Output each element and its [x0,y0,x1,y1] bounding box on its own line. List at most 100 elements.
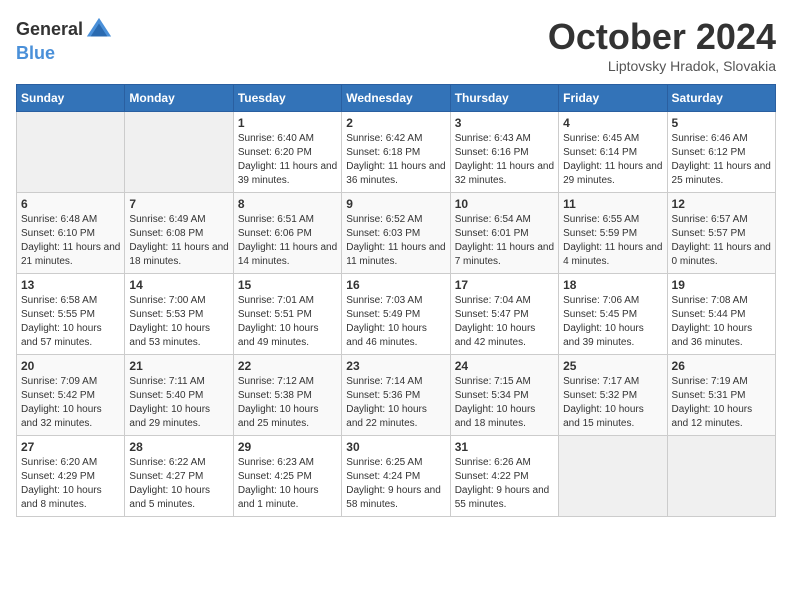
day-number: 22 [238,359,337,373]
calendar-cell: 6 Sunrise: 6:48 AMSunset: 6:10 PMDayligh… [17,193,125,274]
day-info: Sunrise: 6:40 AMSunset: 6:20 PMDaylight:… [238,132,337,188]
day-info: Sunrise: 6:25 AMSunset: 4:24 PMDaylight:… [346,456,445,512]
logo-blue-text: Blue [16,43,55,63]
calendar-cell: 30 Sunrise: 6:25 AMSunset: 4:24 PMDaylig… [342,436,450,517]
day-info: Sunrise: 7:17 AMSunset: 5:32 PMDaylight:… [563,375,662,431]
calendar-cell: 3 Sunrise: 6:43 AMSunset: 6:16 PMDayligh… [450,112,558,193]
calendar-cell: 20 Sunrise: 7:09 AMSunset: 5:42 PMDaylig… [17,355,125,436]
calendar-cell: 15 Sunrise: 7:01 AMSunset: 5:51 PMDaylig… [233,274,341,355]
calendar-cell: 25 Sunrise: 7:17 AMSunset: 5:32 PMDaylig… [559,355,667,436]
weekday-header: Sunday [17,85,125,112]
day-number: 12 [672,197,771,211]
calendar-cell: 11 Sunrise: 6:55 AMSunset: 5:59 PMDaylig… [559,193,667,274]
day-info: Sunrise: 6:57 AMSunset: 5:57 PMDaylight:… [672,213,771,269]
day-info: Sunrise: 7:04 AMSunset: 5:47 PMDaylight:… [455,294,554,350]
day-info: Sunrise: 6:51 AMSunset: 6:06 PMDaylight:… [238,213,337,269]
weekday-header: Tuesday [233,85,341,112]
day-info: Sunrise: 6:46 AMSunset: 6:12 PMDaylight:… [672,132,771,188]
calendar-cell: 9 Sunrise: 6:52 AMSunset: 6:03 PMDayligh… [342,193,450,274]
calendar-cell: 14 Sunrise: 7:00 AMSunset: 5:53 PMDaylig… [125,274,233,355]
calendar-cell [559,436,667,517]
day-number: 1 [238,116,337,130]
day-info: Sunrise: 6:26 AMSunset: 4:22 PMDaylight:… [455,456,554,512]
day-number: 11 [563,197,662,211]
day-number: 2 [346,116,445,130]
day-info: Sunrise: 7:03 AMSunset: 5:49 PMDaylight:… [346,294,445,350]
day-number: 4 [563,116,662,130]
day-number: 26 [672,359,771,373]
day-number: 23 [346,359,445,373]
day-number: 21 [129,359,228,373]
day-number: 20 [21,359,120,373]
calendar-cell: 22 Sunrise: 7:12 AMSunset: 5:38 PMDaylig… [233,355,341,436]
day-number: 10 [455,197,554,211]
day-number: 31 [455,440,554,454]
day-info: Sunrise: 7:12 AMSunset: 5:38 PMDaylight:… [238,375,337,431]
calendar-table: SundayMondayTuesdayWednesdayThursdayFrid… [16,84,776,517]
calendar-week-row: 6 Sunrise: 6:48 AMSunset: 6:10 PMDayligh… [17,193,776,274]
day-info: Sunrise: 7:11 AMSunset: 5:40 PMDaylight:… [129,375,228,431]
weekday-header: Monday [125,85,233,112]
day-info: Sunrise: 7:19 AMSunset: 5:31 PMDaylight:… [672,375,771,431]
calendar-cell: 27 Sunrise: 6:20 AMSunset: 4:29 PMDaylig… [17,436,125,517]
day-number: 5 [672,116,771,130]
day-number: 15 [238,278,337,292]
calendar-cell: 1 Sunrise: 6:40 AMSunset: 6:20 PMDayligh… [233,112,341,193]
logo: General Blue [16,16,113,64]
day-info: Sunrise: 7:15 AMSunset: 5:34 PMDaylight:… [455,375,554,431]
calendar-cell [17,112,125,193]
day-info: Sunrise: 6:48 AMSunset: 6:10 PMDaylight:… [21,213,120,269]
day-info: Sunrise: 7:09 AMSunset: 5:42 PMDaylight:… [21,375,120,431]
day-number: 17 [455,278,554,292]
day-number: 16 [346,278,445,292]
day-info: Sunrise: 7:08 AMSunset: 5:44 PMDaylight:… [672,294,771,350]
calendar-cell: 16 Sunrise: 7:03 AMSunset: 5:49 PMDaylig… [342,274,450,355]
day-number: 27 [21,440,120,454]
day-number: 28 [129,440,228,454]
day-number: 24 [455,359,554,373]
day-info: Sunrise: 7:00 AMSunset: 5:53 PMDaylight:… [129,294,228,350]
calendar-week-row: 1 Sunrise: 6:40 AMSunset: 6:20 PMDayligh… [17,112,776,193]
day-number: 29 [238,440,337,454]
day-number: 8 [238,197,337,211]
day-info: Sunrise: 6:42 AMSunset: 6:18 PMDaylight:… [346,132,445,188]
calendar-cell: 21 Sunrise: 7:11 AMSunset: 5:40 PMDaylig… [125,355,233,436]
calendar-cell: 4 Sunrise: 6:45 AMSunset: 6:14 PMDayligh… [559,112,667,193]
day-info: Sunrise: 6:52 AMSunset: 6:03 PMDaylight:… [346,213,445,269]
day-info: Sunrise: 6:55 AMSunset: 5:59 PMDaylight:… [563,213,662,269]
calendar-cell: 12 Sunrise: 6:57 AMSunset: 5:57 PMDaylig… [667,193,775,274]
calendar-cell [667,436,775,517]
weekday-header: Thursday [450,85,558,112]
day-info: Sunrise: 7:06 AMSunset: 5:45 PMDaylight:… [563,294,662,350]
calendar-week-row: 13 Sunrise: 6:58 AMSunset: 5:55 PMDaylig… [17,274,776,355]
calendar-cell: 23 Sunrise: 7:14 AMSunset: 5:36 PMDaylig… [342,355,450,436]
calendar-cell: 17 Sunrise: 7:04 AMSunset: 5:47 PMDaylig… [450,274,558,355]
weekday-header: Friday [559,85,667,112]
calendar-cell: 18 Sunrise: 7:06 AMSunset: 5:45 PMDaylig… [559,274,667,355]
calendar-cell: 26 Sunrise: 7:19 AMSunset: 5:31 PMDaylig… [667,355,775,436]
day-info: Sunrise: 6:43 AMSunset: 6:16 PMDaylight:… [455,132,554,188]
day-info: Sunrise: 6:23 AMSunset: 4:25 PMDaylight:… [238,456,337,512]
calendar-week-row: 27 Sunrise: 6:20 AMSunset: 4:29 PMDaylig… [17,436,776,517]
day-number: 6 [21,197,120,211]
calendar-cell: 8 Sunrise: 6:51 AMSunset: 6:06 PMDayligh… [233,193,341,274]
weekday-header: Saturday [667,85,775,112]
day-info: Sunrise: 6:58 AMSunset: 5:55 PMDaylight:… [21,294,120,350]
day-number: 14 [129,278,228,292]
day-number: 18 [563,278,662,292]
logo-icon [85,16,113,44]
logo-general-text: General [16,20,83,40]
calendar-cell [125,112,233,193]
title-block: October 2024 Liptovsky Hradok, Slovakia [548,16,776,74]
calendar-cell: 28 Sunrise: 6:22 AMSunset: 4:27 PMDaylig… [125,436,233,517]
day-info: Sunrise: 6:45 AMSunset: 6:14 PMDaylight:… [563,132,662,188]
day-number: 3 [455,116,554,130]
calendar-cell: 10 Sunrise: 6:54 AMSunset: 6:01 PMDaylig… [450,193,558,274]
month-title: October 2024 [548,16,776,58]
day-info: Sunrise: 6:54 AMSunset: 6:01 PMDaylight:… [455,213,554,269]
page-header: General Blue October 2024 Liptovsky Hrad… [16,16,776,74]
calendar-cell: 2 Sunrise: 6:42 AMSunset: 6:18 PMDayligh… [342,112,450,193]
day-number: 13 [21,278,120,292]
day-info: Sunrise: 6:22 AMSunset: 4:27 PMDaylight:… [129,456,228,512]
calendar-cell: 31 Sunrise: 6:26 AMSunset: 4:22 PMDaylig… [450,436,558,517]
